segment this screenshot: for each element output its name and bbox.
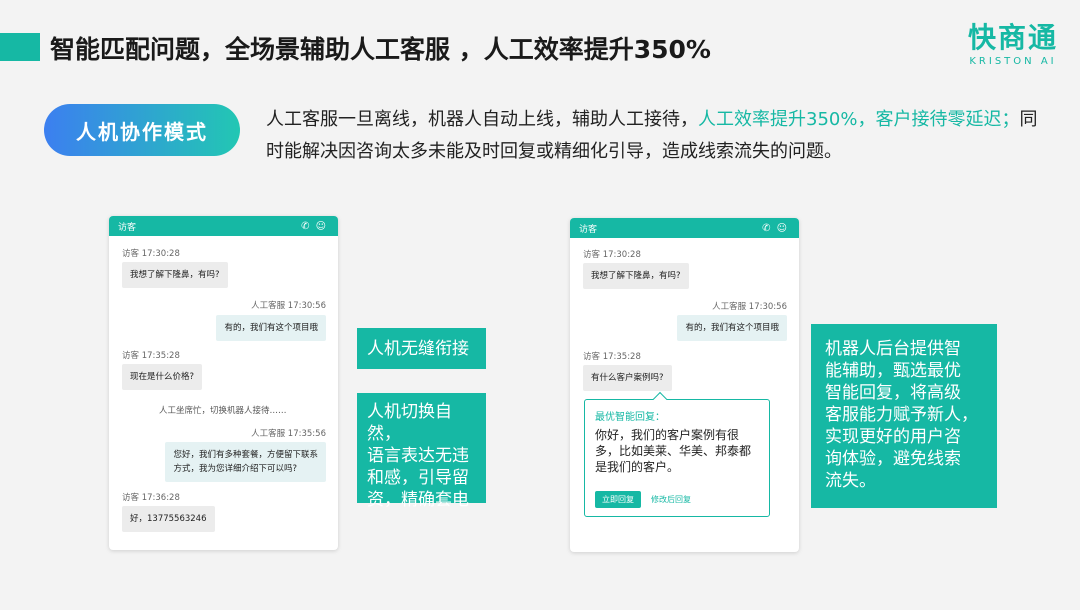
- callout-line: 和感，引导留: [367, 468, 469, 488]
- intro-highlight: 人工效率提升350%，客户接待零延迟；: [698, 109, 1020, 130]
- agent-message-line: 方式，我为您详细介绍下可以吗?: [173, 464, 297, 474]
- system-notice: 人工坐席忙，切换机器人接待……: [159, 406, 287, 416]
- callout-line: 语言表达无违: [367, 446, 469, 466]
- page-title: 智能匹配问题，全场景辅助人工客服 ，人工效率提升350%: [50, 35, 711, 64]
- message-meta: 访客 17:35:28: [583, 352, 641, 362]
- visitor-message: 我想了解下隆鼻，有吗?: [583, 263, 689, 289]
- message-meta: 人工客服 17:30:56: [712, 302, 787, 312]
- visitor-message: 我想了解下隆鼻，有吗?: [122, 262, 228, 288]
- smart-reply-suggestion: 最优智能回复： 你好，我们的客户案例有很 多，比如美莱、华美、邦泰都 是我们的客…: [584, 391, 770, 517]
- suggestion-line: 多，比如美莱、华美、邦泰都: [595, 444, 752, 458]
- callout-seamless: 人机无缝衔接: [357, 328, 486, 369]
- brand-logo: 快商通 KRISTON AI: [967, 21, 1058, 68]
- callout-line: 询体验，避免线索: [825, 449, 961, 469]
- suggestion-text: 你好，我们的客户案例有很 多，比如美莱、华美、邦泰都 是我们的客户。: [595, 427, 759, 475]
- message-meta: 访客 17:30:28: [122, 249, 180, 259]
- callout-robot-assist: 机器人后台提供智 能辅助，甄选最优 智能回复，将高级 客服能力赋予新人， 实现更…: [811, 324, 997, 508]
- chat-header: 访客 ✆ ☺: [109, 216, 338, 236]
- callout-line: 流失。: [825, 471, 876, 491]
- user-icon[interactable]: ☺: [777, 223, 787, 234]
- message-meta: 访客 17:35:28: [122, 351, 180, 361]
- agent-message: 有的，我们有这个项目哦: [677, 315, 787, 341]
- chat-header: 访客 ✆ ☺: [570, 218, 799, 238]
- logo-english: KRISTON AI: [969, 56, 1057, 67]
- agent-message-line: 您好，我们有多种套餐，方便留下联系: [173, 450, 318, 460]
- callout-line: 实现更好的用户咨: [825, 427, 961, 447]
- title-accent-bar: [0, 33, 40, 61]
- visitor-message: 好，13775563246: [122, 506, 215, 532]
- suggestion-line: 你好，我们的客户案例有很: [595, 428, 740, 442]
- phone-icon[interactable]: ✆: [301, 221, 309, 232]
- suggestion-title: 最优智能回复：: [595, 412, 665, 423]
- message-meta: 人工客服 17:30:56: [251, 301, 326, 311]
- reply-now-button[interactable]: 立即回复: [595, 491, 641, 508]
- message-meta: 访客 17:36:28: [122, 493, 180, 503]
- agent-message: 有的，我们有这个项目哦: [216, 315, 326, 341]
- user-icon[interactable]: ☺: [316, 221, 326, 232]
- message-meta: 访客 17:30:28: [583, 250, 641, 260]
- edit-reply-link[interactable]: 修改后回复: [651, 494, 691, 505]
- chat-window-left: 访客 ✆ ☺ 访客 17:30:28 我想了解下隆鼻，有吗? 人工客服 17:3…: [109, 216, 338, 550]
- agent-message: 您好，我们有多种套餐，方便留下联系 方式，我为您详细介绍下可以吗?: [165, 442, 326, 482]
- callout-natural-switch: 人机切换自然， 语言表达无违 和感，引导留 资，精确套电: [357, 393, 486, 510]
- chat-window-right: 访客 ✆ ☺ 访客 17:30:28 我想了解下隆鼻，有吗? 人工客服 17:3…: [570, 218, 799, 552]
- intro-part1: 人工客服一旦离线，机器人自动上线，辅助人工接待，: [266, 109, 698, 130]
- callout-line: 机器人后台提供智: [825, 339, 961, 359]
- callout-line: 客服能力赋予新人，: [825, 405, 978, 425]
- callout-line: 人机切换自然，: [367, 402, 452, 444]
- message-meta: 人工客服 17:35:56: [251, 429, 326, 439]
- callout-line: 能辅助，甄选最优: [825, 361, 961, 381]
- logo-chinese: 快商通: [967, 21, 1058, 54]
- callout-line: 智能回复，将高级: [825, 383, 961, 403]
- intro-paragraph: 人工客服一旦离线，机器人自动上线，辅助人工接待，人工效率提升350%，客户接待零…: [266, 104, 1046, 168]
- chat-header-title: 访客: [579, 224, 598, 235]
- visitor-message: 有什么客户案例吗?: [583, 365, 672, 391]
- mode-label-pill: 人机协作模式: [44, 104, 240, 156]
- phone-icon[interactable]: ✆: [762, 223, 770, 234]
- suggestion-pointer: [652, 391, 668, 407]
- chat-header-title: 访客: [118, 222, 137, 233]
- suggestion-line: 是我们的客户。: [595, 460, 680, 474]
- callout-line: 资，精确套电: [367, 490, 469, 510]
- visitor-message: 现在是什么价格?: [122, 364, 203, 390]
